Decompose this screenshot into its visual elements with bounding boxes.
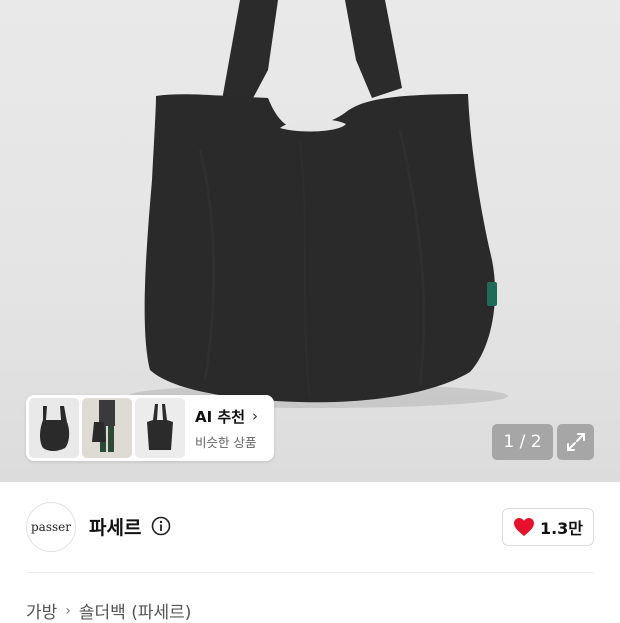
- similar-item-thumb-3[interactable]: [135, 398, 185, 458]
- chevron-right-icon: ›: [65, 602, 71, 619]
- like-button[interactable]: 1.3만: [502, 508, 594, 546]
- expand-arrows-icon: [566, 433, 585, 451]
- like-count: 1.3만: [539, 519, 584, 538]
- breadcrumb-subcategory[interactable]: 숄더백 (파세르): [79, 598, 192, 623]
- ai-recommend-subtitle: 비슷한 상품: [195, 434, 257, 450]
- similar-item-thumb-1[interactable]: [29, 398, 79, 458]
- breadcrumb-category[interactable]: 가방: [26, 598, 57, 623]
- brand-logo[interactable]: passer: [26, 502, 76, 552]
- ai-recommend-card[interactable]: AI 추천 › 비슷한 상품: [26, 395, 274, 461]
- product-image-viewer[interactable]: AI 추천 › 비슷한 상품 1 / 2: [0, 0, 620, 482]
- info-icon[interactable]: [151, 516, 171, 536]
- similar-item-thumb-2[interactable]: [82, 398, 132, 458]
- divider: [26, 572, 594, 573]
- image-pager-indicator: 1 / 2: [492, 424, 553, 460]
- chevron-right-icon: ›: [252, 407, 259, 425]
- brand-name[interactable]: 파세르: [89, 513, 141, 540]
- expand-image-button[interactable]: [557, 424, 594, 460]
- ai-recommend-title: AI 추천 ›: [195, 407, 259, 426]
- heart-icon: [513, 518, 534, 536]
- brand-row: passer 파세르 1.3만: [0, 482, 620, 572]
- breadcrumb: 가방 › 숄더백 (파세르): [26, 598, 191, 623]
